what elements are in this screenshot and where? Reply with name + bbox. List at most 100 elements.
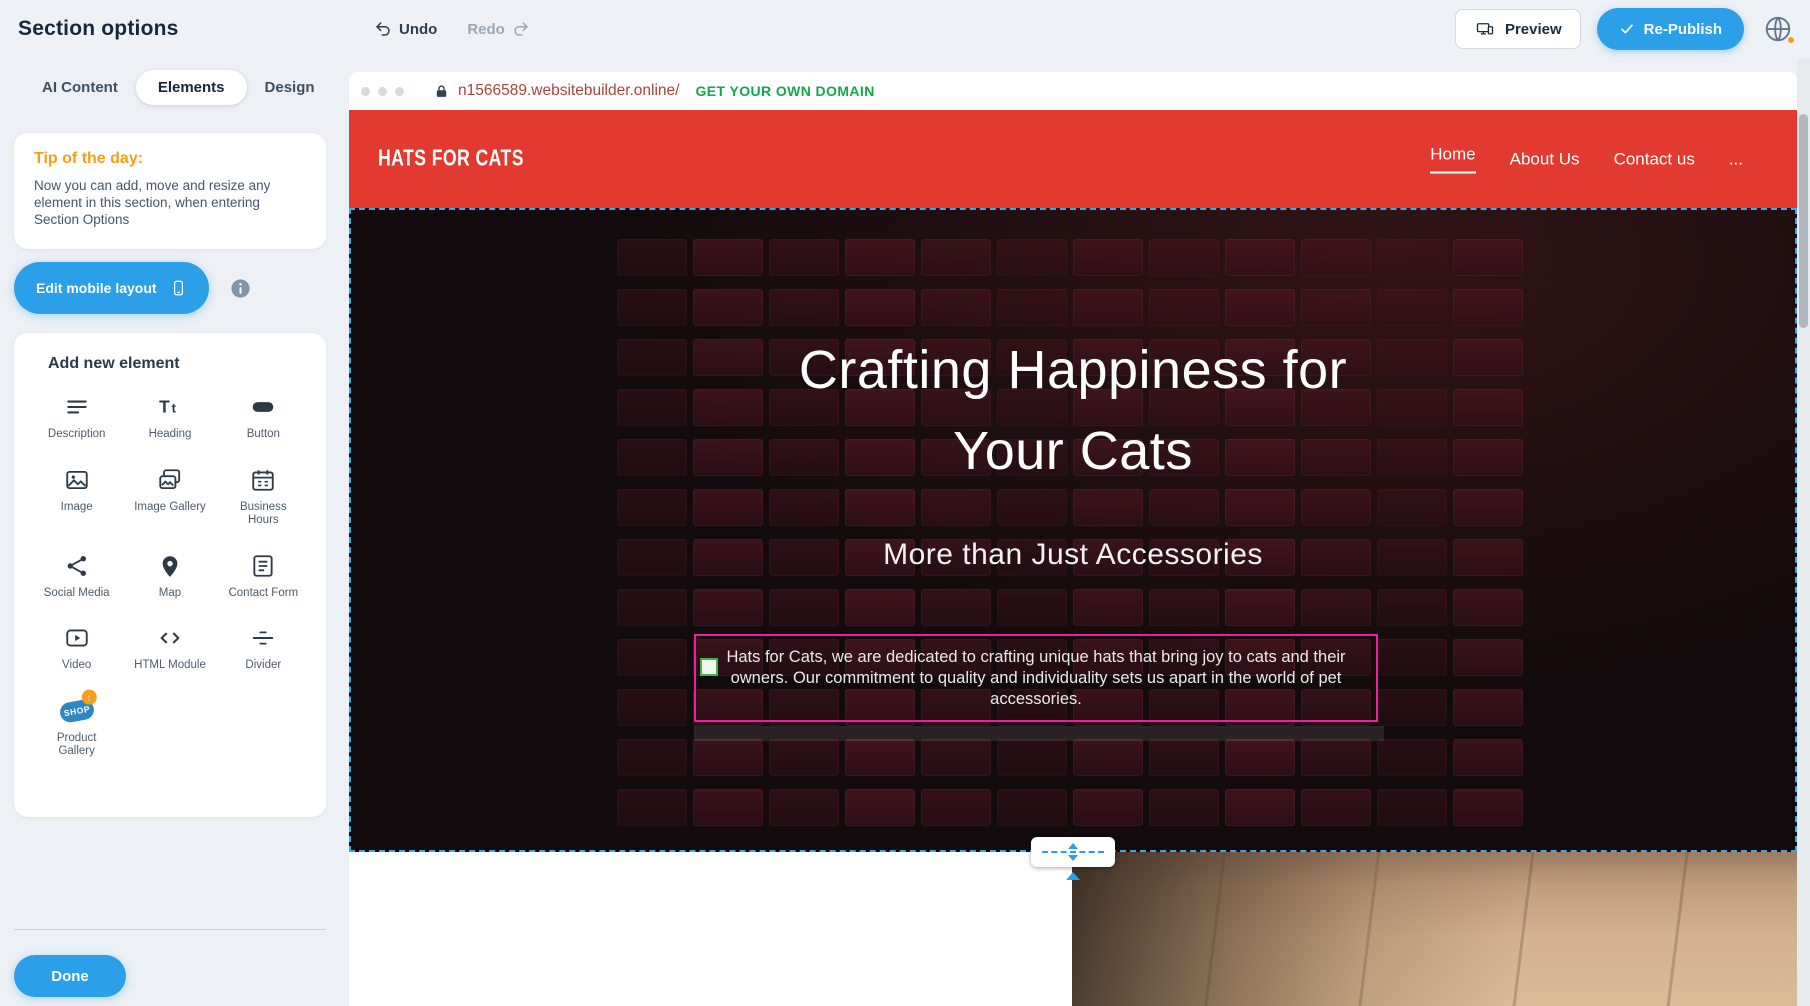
undo-button[interactable]: Undo [374, 20, 437, 38]
hero-tile [845, 489, 915, 526]
editor-canvas: n1566589.websitebuilder.online/ GET YOUR… [349, 58, 1797, 1006]
nav-contact-us[interactable]: Contact us [1614, 149, 1695, 169]
element-business-hours[interactable]: Business Hours [217, 464, 310, 528]
site-preview: HATS FOR CATS Home About Us Contact us .… [349, 110, 1797, 1006]
hero-tile [617, 589, 687, 626]
hero-tile [1073, 489, 1143, 526]
redo-button[interactable]: Redo [467, 20, 530, 38]
element-heading[interactable]: TtHeading [123, 391, 216, 442]
add-element-title: Add new element [48, 355, 310, 373]
preview-button[interactable]: Preview [1455, 9, 1581, 49]
tab-ai-content[interactable]: AI Content [28, 70, 132, 105]
element-label: Business Hours [225, 501, 301, 528]
phone-icon [170, 276, 187, 300]
hero-section[interactable]: Crafting Happiness for Your Cats More th… [349, 208, 1797, 852]
hero-tile [1301, 789, 1371, 826]
sidebar-divider [14, 929, 326, 930]
hero-tile [1377, 639, 1447, 676]
hero-tile [921, 789, 991, 826]
element-html-module[interactable]: HTML Module [123, 622, 216, 673]
element-divider[interactable]: Divider [217, 622, 310, 673]
hero-tile [1377, 789, 1447, 826]
hero-tile [1073, 789, 1143, 826]
hero-heading[interactable]: Crafting Happiness for Your Cats [349, 330, 1797, 492]
hero-tile [1149, 789, 1219, 826]
tab-elements[interactable]: Elements [136, 70, 247, 105]
element-label: Divider [245, 659, 281, 673]
element-image-gallery[interactable]: Image Gallery [123, 464, 216, 528]
undo-label: Undo [399, 21, 437, 38]
info-icon[interactable] [229, 277, 252, 300]
hero-tile [1301, 489, 1371, 526]
hero-tile [997, 789, 1067, 826]
preview-label: Preview [1505, 21, 1562, 38]
site-url[interactable]: n1566589.websitebuilder.online/ [458, 82, 679, 100]
button-icon [246, 391, 280, 423]
hero-tile [1453, 789, 1523, 826]
edit-mobile-layout-button[interactable]: Edit mobile layout [14, 262, 209, 314]
element-product-gallery[interactable]: SHOP↑Product Gallery [30, 695, 123, 759]
element-resize-handle[interactable] [700, 658, 718, 676]
element-image[interactable]: Image [30, 464, 123, 528]
hero-tile [1377, 589, 1447, 626]
element-map[interactable]: Map [123, 550, 216, 601]
hero-tile [1149, 489, 1219, 526]
element-label: HTML Module [134, 659, 206, 673]
hero-tile [1453, 289, 1523, 326]
hero-tile [997, 489, 1067, 526]
hero-tile [1377, 489, 1447, 526]
tip-title: Tip of the day: [34, 150, 306, 168]
element-description[interactable]: Description [30, 391, 123, 442]
hero-tile [1453, 239, 1523, 276]
hero-tile [1225, 739, 1295, 776]
hero-tile [1149, 289, 1219, 326]
hero-tile [617, 689, 687, 726]
map-icon [153, 550, 187, 582]
element-button[interactable]: Button [217, 391, 310, 442]
hero-tile [1073, 589, 1143, 626]
element-video[interactable]: Video [30, 622, 123, 673]
lock-icon [434, 84, 449, 99]
tab-design[interactable]: Design [251, 70, 329, 105]
sidebar: AI Content Elements Design Tip of the da… [0, 58, 340, 1006]
hero-tile [845, 739, 915, 776]
hero-tile [1301, 289, 1371, 326]
hero-subheading[interactable]: More than Just Accessories [349, 538, 1797, 572]
hero-tile [1225, 789, 1295, 826]
svg-text:T: T [159, 396, 170, 416]
done-button[interactable]: Done [14, 955, 126, 997]
add-element-grid: DescriptionTtHeadingButton ImageImage Gal… [30, 391, 310, 759]
resize-dashed-line [1042, 851, 1104, 853]
hero-tile [997, 239, 1067, 276]
page-title: Section options [18, 0, 179, 58]
get-domain-link[interactable]: GET YOUR OWN DOMAIN [695, 83, 874, 99]
scrollbar[interactable] [1797, 58, 1810, 1006]
browser-bar: n1566589.websitebuilder.online/ GET YOUR… [349, 72, 1797, 110]
divider-icon [246, 622, 280, 654]
resize-arrow-up-icon [1068, 843, 1078, 849]
hero-text-selection[interactable]: Hats for Cats, we are dedicated to craft… [694, 634, 1378, 722]
nav-more[interactable]: ... [1729, 149, 1743, 169]
element-social-media[interactable]: Social Media [30, 550, 123, 601]
hero-body-text[interactable]: Hats for Cats, we are dedicated to craft… [706, 647, 1366, 710]
html-module-icon [153, 622, 187, 654]
hero-tile [845, 289, 915, 326]
republish-button[interactable]: Re-Publish [1597, 8, 1744, 50]
redo-label: Redo [467, 21, 505, 38]
resize-arrow-down-icon [1068, 855, 1078, 861]
nav-about-us[interactable]: About Us [1510, 149, 1580, 169]
hero-tile [769, 589, 839, 626]
history-controls: Undo Redo [374, 0, 530, 58]
element-contact-form[interactable]: Contact Form [217, 550, 310, 601]
language-globe-button[interactable] [1760, 11, 1796, 47]
nav-home[interactable]: Home [1430, 145, 1475, 174]
hero-tile [1073, 289, 1143, 326]
site-header[interactable]: HATS FOR CATS Home About Us Contact us .… [349, 110, 1797, 208]
hero-tile [1377, 689, 1447, 726]
hero-tile [1073, 739, 1143, 776]
section-resize-handle[interactable] [1031, 837, 1115, 867]
scrollbar-thumb[interactable] [1799, 114, 1808, 328]
site-logo[interactable]: HATS FOR CATS [378, 146, 524, 172]
hero-tile [693, 589, 763, 626]
devices-icon [1474, 20, 1496, 38]
